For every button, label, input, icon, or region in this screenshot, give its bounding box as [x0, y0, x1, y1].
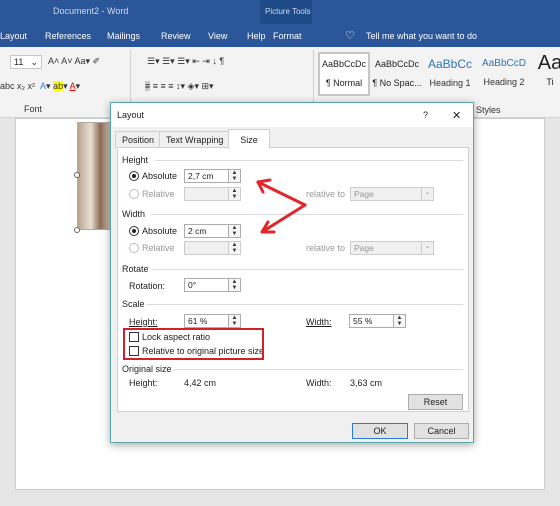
red-arrow-up — [256, 180, 307, 207]
red-arrow-down — [260, 203, 307, 234]
annotation-arrows — [256, 178, 307, 234]
tab-format[interactable]: Format — [273, 31, 302, 41]
tab-size[interactable]: Size — [228, 129, 270, 149]
